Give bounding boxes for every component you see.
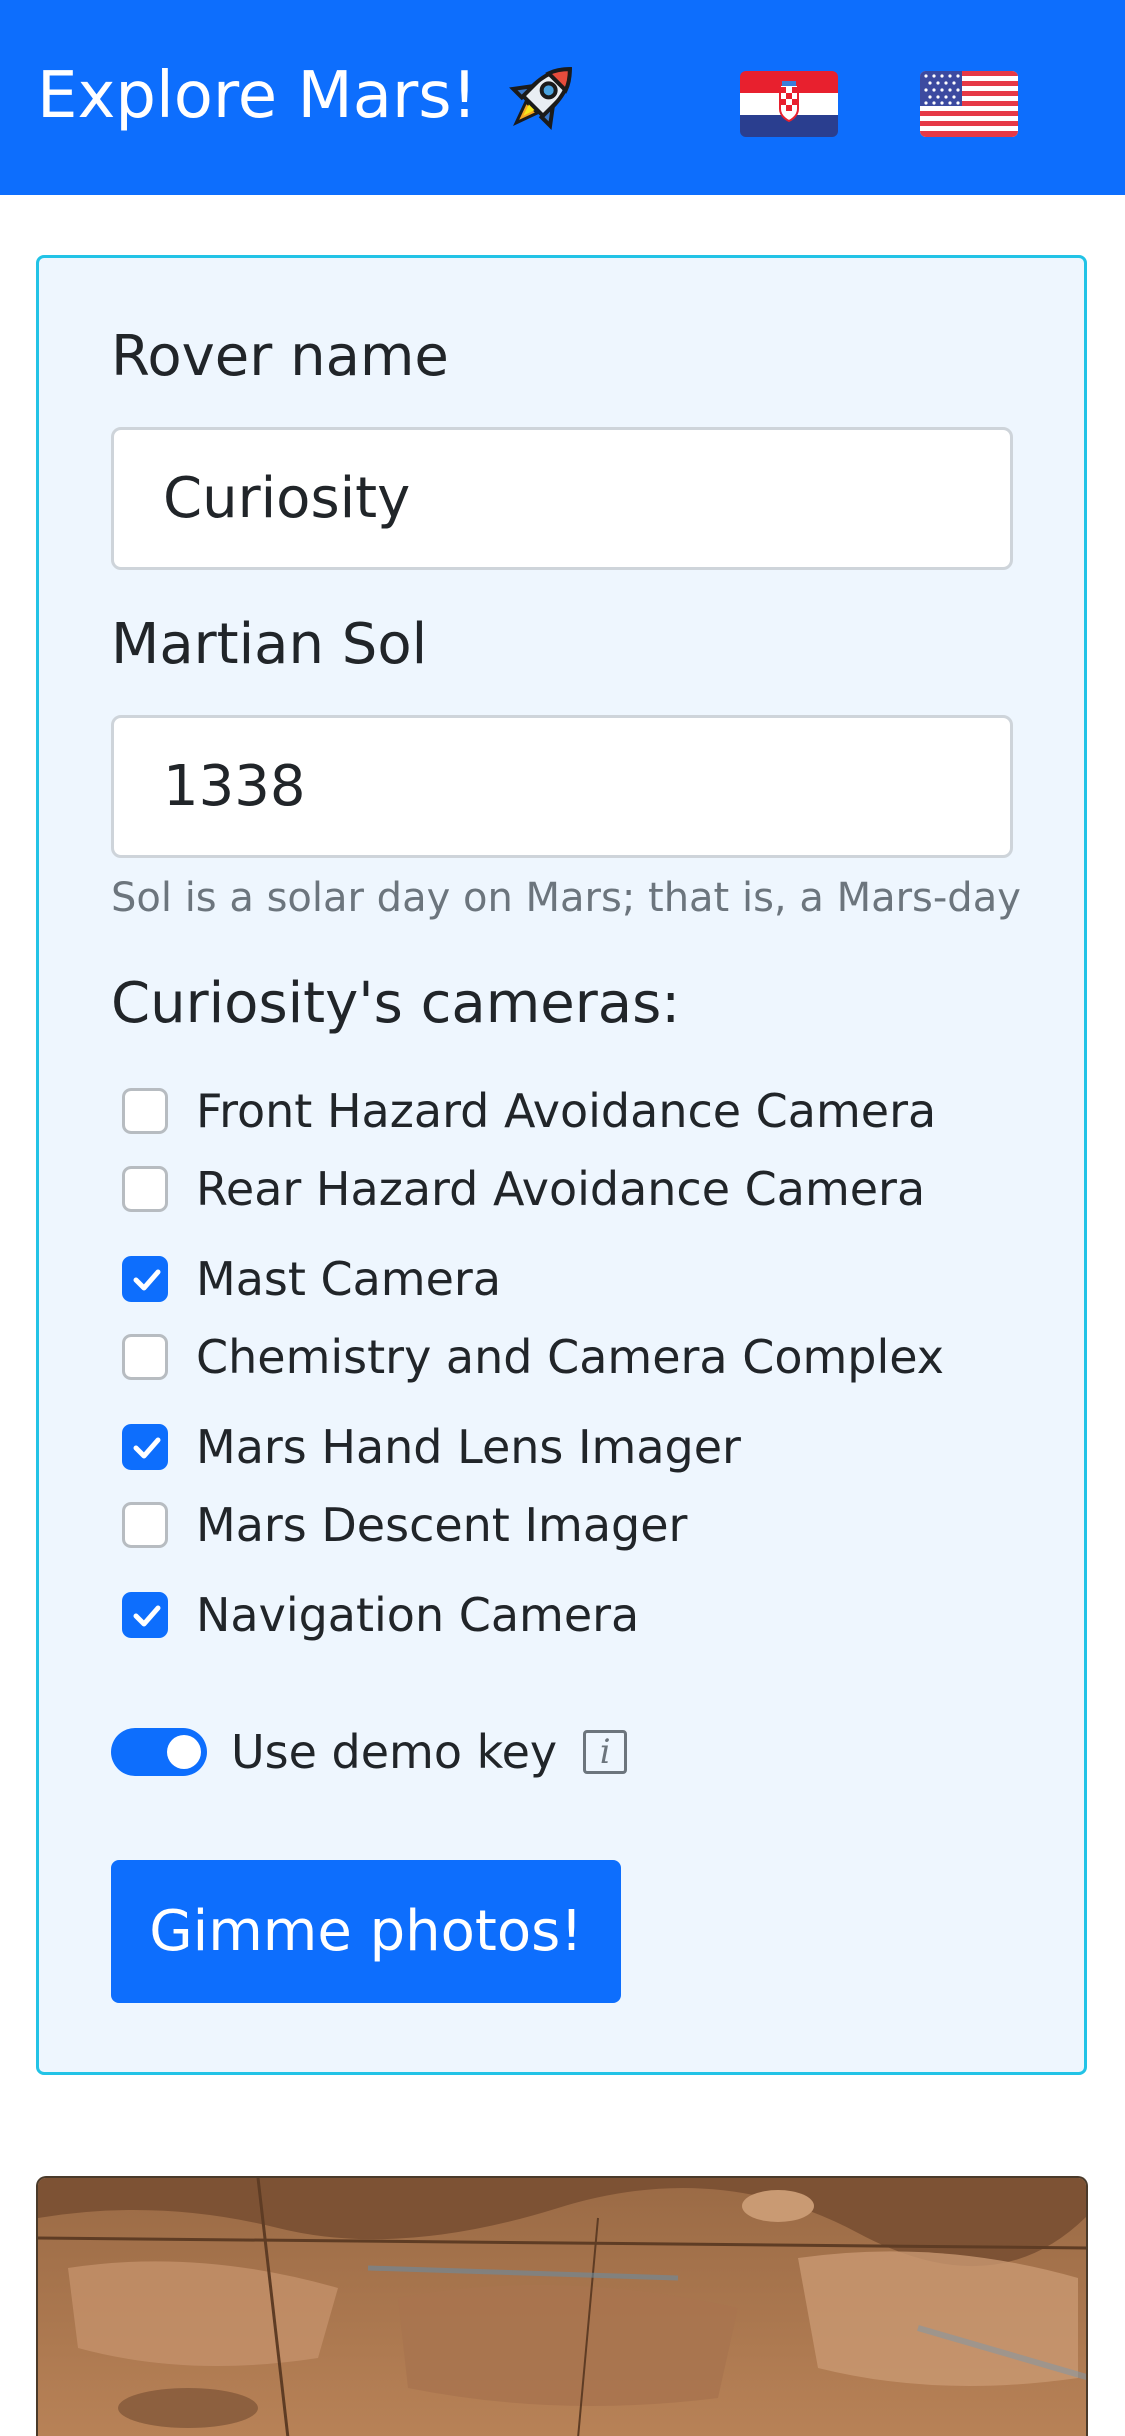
camera-checkbox[interactable] (122, 1256, 168, 1302)
camera-option[interactable]: Mars Descent Imager (122, 1495, 687, 1555)
info-icon[interactable]: i (583, 1730, 628, 1774)
camera-label: Mars Hand Lens Imager (196, 1420, 741, 1474)
demo-key-row: Use demo key i (111, 1722, 628, 1782)
gimme-photos-button[interactable]: Gimme photos! (111, 1860, 621, 2003)
usa-flag-icon[interactable] (920, 71, 1018, 137)
martian-sol-label: Martian Sol (111, 612, 428, 677)
sol-help-text: Sol is a solar day on Mars; that is, a M… (111, 875, 1021, 921)
checkmark-icon (133, 1437, 161, 1459)
demo-key-label: Use demo key (231, 1725, 558, 1779)
camera-label: Navigation Camera (196, 1588, 640, 1642)
rocket-icon (501, 54, 585, 138)
camera-checkbox[interactable] (122, 1424, 168, 1470)
rover-name-input[interactable] (111, 427, 1013, 570)
checkmark-icon (133, 1605, 161, 1627)
cameras-title: Curiosity's cameras: (111, 971, 681, 1036)
brand-title: Explore Mars! (37, 59, 478, 133)
camera-label: Chemistry and Camera Complex (196, 1330, 944, 1384)
camera-label: Front Hazard Avoidance Camera (196, 1084, 937, 1138)
camera-checkbox[interactable] (122, 1166, 168, 1212)
camera-option[interactable]: Navigation Camera (122, 1585, 639, 1645)
martian-sol-input[interactable] (111, 715, 1013, 858)
camera-option[interactable]: Rear Hazard Avoidance Camera (122, 1159, 925, 1219)
croatia-flag-icon[interactable] (740, 71, 838, 137)
camera-label: Mars Descent Imager (196, 1498, 688, 1552)
rover-name-label: Rover name (111, 324, 449, 389)
camera-option[interactable]: Mars Hand Lens Imager (122, 1417, 741, 1477)
checkmark-icon (133, 1269, 161, 1291)
camera-checkbox[interactable] (122, 1592, 168, 1638)
camera-checkbox[interactable] (122, 1334, 168, 1380)
camera-option[interactable]: Front Hazard Avoidance Camera (122, 1081, 936, 1141)
brand[interactable]: Explore Mars! (37, 54, 585, 138)
camera-checkbox[interactable] (122, 1502, 168, 1548)
camera-label: Rear Hazard Avoidance Camera (196, 1162, 926, 1216)
mars-photo[interactable] (36, 2176, 1088, 2436)
camera-option[interactable]: Mast Camera (122, 1249, 501, 1309)
toggle-knob (167, 1735, 201, 1769)
camera-label: Mast Camera (196, 1252, 502, 1306)
navbar: Explore Mars! (0, 0, 1125, 195)
camera-checkbox[interactable] (122, 1088, 168, 1134)
demo-key-toggle[interactable] (111, 1728, 207, 1776)
camera-option[interactable]: Chemistry and Camera Complex (122, 1327, 944, 1387)
